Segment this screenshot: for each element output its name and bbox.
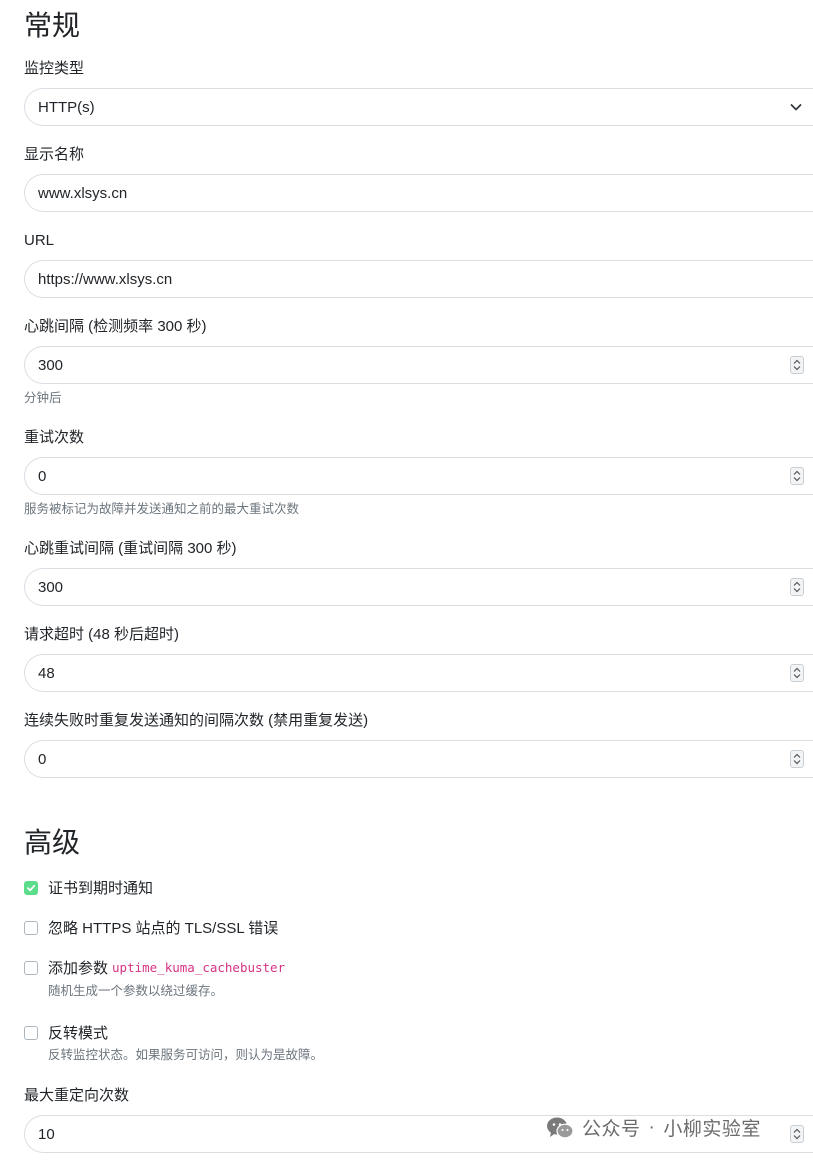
request-timeout-input[interactable]: 48	[24, 654, 813, 692]
retry-interval-value: 300	[38, 578, 64, 596]
heartbeat-interval-input[interactable]: 300	[24, 346, 813, 384]
display-name-input[interactable]: www.xlsys.cn	[24, 174, 813, 212]
cache-buster-label: 添加参数	[48, 960, 109, 977]
request-timeout-value: 48	[38, 664, 55, 682]
watermark-left: 公众号	[582, 1119, 641, 1140]
upside-down-help: 反转监控状态。如果服务可访问，则认为是故障。	[48, 1048, 324, 1062]
heartbeat-interval-label: 心跳间隔 (检测频率 300 秒)	[24, 318, 207, 335]
wechat-icon	[547, 1117, 574, 1138]
retries-help: 服务被标记为故障并发送通知之前的最大重试次数	[24, 502, 300, 516]
url-input[interactable]: https://www.xlsys.cn	[24, 260, 813, 298]
retries-value: 0	[38, 467, 47, 485]
resend-interval-input[interactable]: 0	[24, 740, 813, 778]
number-spinner-icon[interactable]	[790, 578, 804, 596]
number-spinner-icon[interactable]	[790, 1125, 804, 1143]
retries-label: 重试次数	[24, 429, 85, 446]
retry-interval-input[interactable]: 300	[24, 568, 813, 606]
upside-down-checkbox[interactable]	[24, 1025, 38, 1040]
chevron-down-icon	[790, 104, 802, 111]
number-spinner-icon[interactable]	[790, 467, 804, 485]
cert-expiry-checkbox[interactable]	[24, 880, 38, 895]
retries-input[interactable]: 0	[24, 457, 813, 495]
cache-buster-help: 随机生成一个参数以绕过缓存。	[48, 984, 224, 998]
monitor-type-label: 监控类型	[24, 60, 85, 77]
display-name-label: 显示名称	[24, 146, 85, 163]
heartbeat-interval-value: 300	[38, 356, 64, 374]
url-label: URL	[24, 232, 55, 249]
number-spinner-icon[interactable]	[790, 664, 804, 682]
monitor-type-value: HTTP(s)	[38, 98, 95, 116]
upside-down-label: 反转模式	[48, 1025, 109, 1042]
cache-buster-option[interactable]: 添加参数 uptime_kuma_cachebuster	[24, 957, 285, 978]
resend-interval-label: 连续失败时重复发送通知的间隔次数 (禁用重复发送)	[24, 712, 369, 729]
cert-expiry-label: 证书到期时通知	[48, 880, 154, 897]
cert-expiry-option[interactable]: 证书到期时通知	[24, 877, 153, 898]
cache-buster-checkbox[interactable]	[24, 960, 38, 975]
request-timeout-label: 请求超时 (48 秒后超时)	[24, 626, 180, 643]
cache-buster-param: uptime_kuma_cachebuster	[112, 960, 286, 975]
ignore-tls-label: 忽略 HTTPS 站点的 TLS/SSL 错误	[48, 920, 279, 937]
watermark-separator: ·	[648, 1116, 656, 1138]
watermark-right: 小柳实验室	[663, 1119, 761, 1140]
display-name-value: www.xlsys.cn	[38, 184, 128, 202]
checkmark-icon	[27, 884, 36, 891]
monitor-type-select[interactable]: HTTP(s)	[24, 88, 813, 126]
advanced-section-title: 高级	[24, 827, 81, 858]
wechat-watermark: 公众号 · 小柳实验室	[546, 1114, 761, 1141]
number-spinner-icon[interactable]	[790, 750, 804, 768]
upside-down-option[interactable]: 反转模式	[24, 1022, 108, 1043]
max-redirects-label: 最大重定向次数	[24, 1087, 130, 1104]
retry-interval-label: 心跳重试间隔 (重试间隔 300 秒)	[24, 540, 237, 557]
heartbeat-interval-help: 分钟后	[24, 391, 62, 405]
url-value: https://www.xlsys.cn	[38, 270, 173, 288]
general-section-title: 常规	[24, 10, 81, 41]
number-spinner-icon[interactable]	[790, 356, 804, 374]
ignore-tls-option[interactable]: 忽略 HTTPS 站点的 TLS/SSL 错误	[24, 917, 278, 938]
resend-interval-value: 0	[38, 750, 47, 768]
ignore-tls-checkbox[interactable]	[24, 920, 38, 935]
